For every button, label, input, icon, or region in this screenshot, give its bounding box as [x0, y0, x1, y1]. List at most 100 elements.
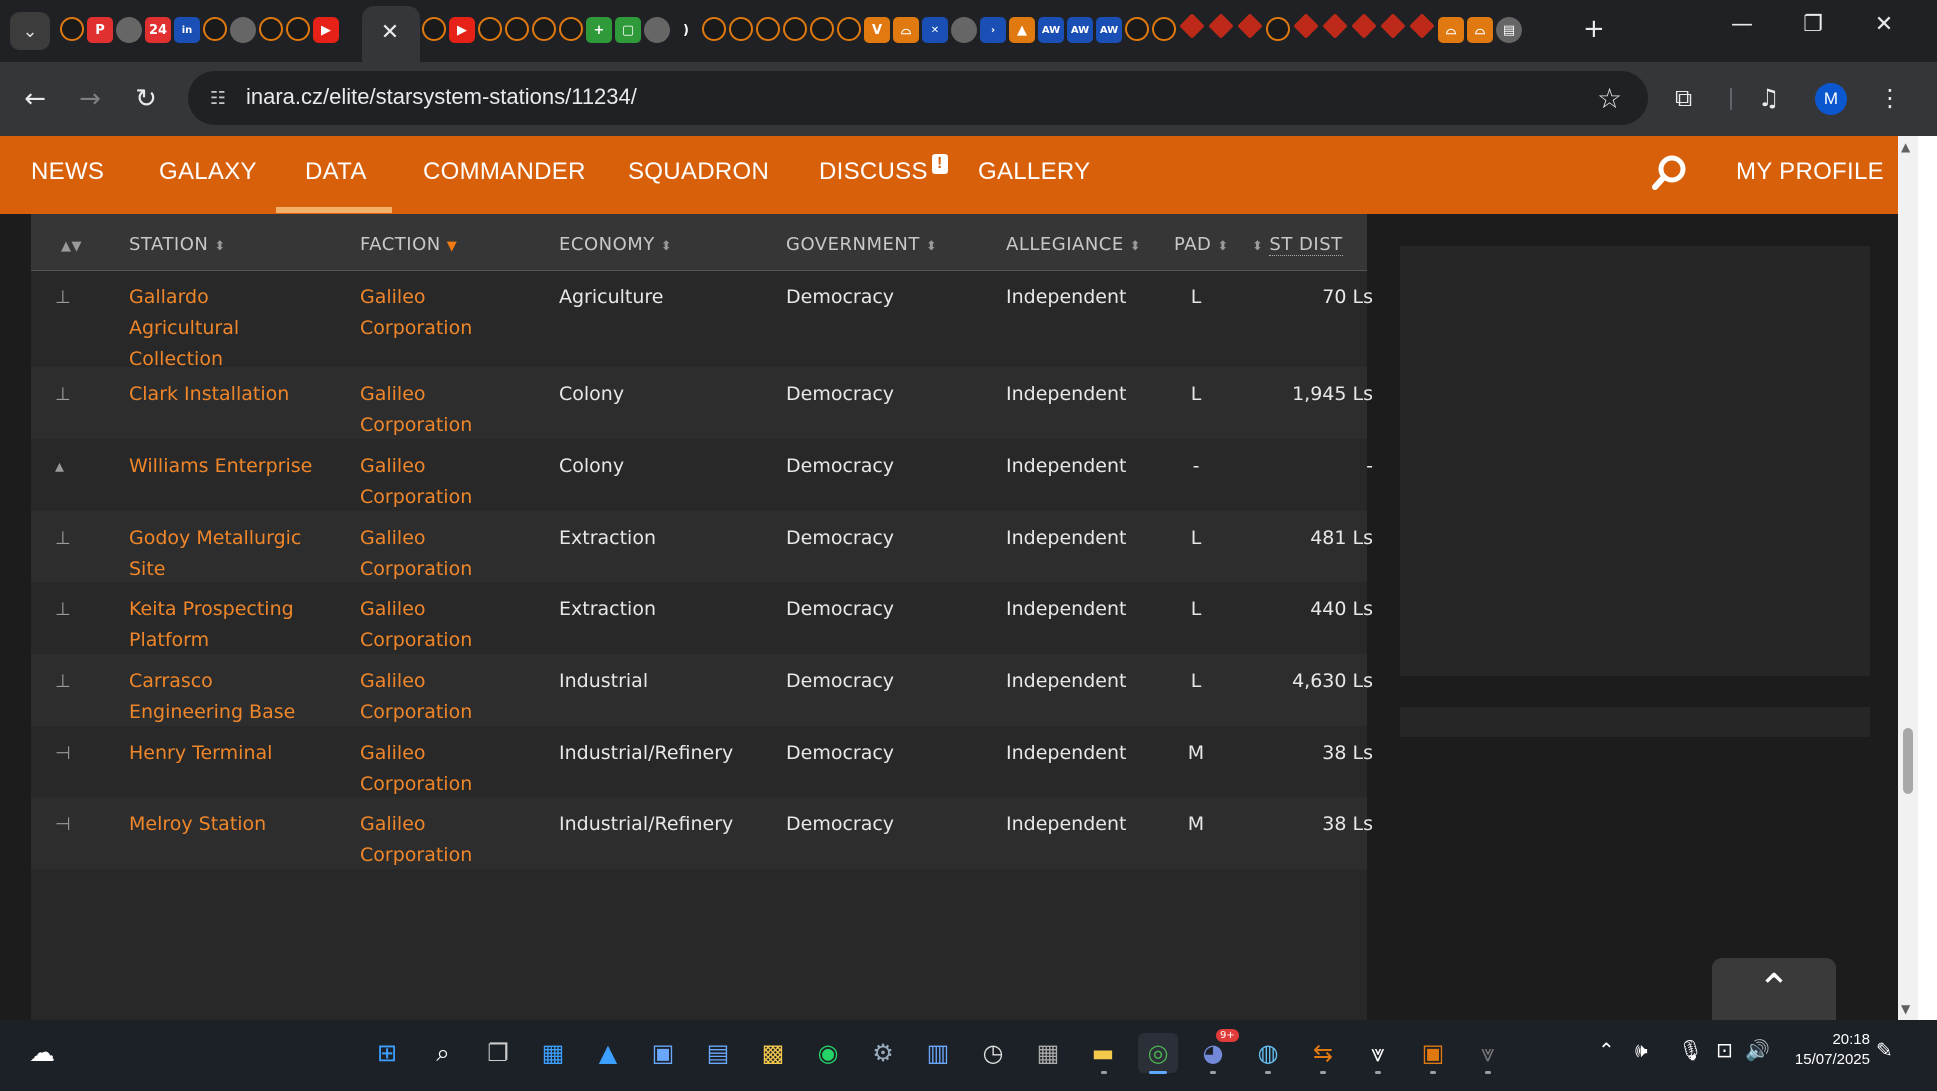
elite-favicon-icon[interactable]: [1125, 17, 1149, 41]
diamond-favicon-icon[interactable]: [1409, 13, 1435, 39]
faction-link[interactable]: Galileo Corporation: [360, 451, 550, 513]
forward-icon[interactable]: →: [72, 84, 108, 114]
reload-icon[interactable]: ↻: [128, 84, 164, 114]
nav-news[interactable]: NEWS: [31, 158, 104, 186]
station-link[interactable]: Williams Enterprise: [129, 451, 339, 482]
faction-link[interactable]: Galileo Corporation: [360, 282, 550, 344]
new-tab-button[interactable]: +: [1583, 14, 1605, 44]
faction-link[interactable]: Galileo Corporation: [360, 666, 550, 728]
station-link[interactable]: Clark Installation: [129, 379, 339, 410]
diamond-favicon-icon[interactable]: [1322, 13, 1348, 39]
in-favicon-icon[interactable]: in: [174, 17, 200, 43]
station-link[interactable]: Gallardo Agricultural Collection: [129, 282, 339, 375]
task-view-icon[interactable]: ❐: [478, 1033, 518, 1073]
elite-favicon-icon[interactable]: [1152, 17, 1176, 41]
faction-link[interactable]: Galileo Corporation: [360, 738, 550, 800]
header-government[interactable]: GOVERNMENT ⬍: [786, 234, 937, 255]
arrow-favicon-icon[interactable]: ›: [980, 17, 1006, 43]
faction-link[interactable]: Galileo Corporation: [360, 379, 550, 441]
box-favicon-icon[interactable]: ▤: [1496, 17, 1522, 43]
aw-favicon-icon[interactable]: AW: [1038, 17, 1064, 43]
header-pad[interactable]: PAD ⬍: [1174, 234, 1229, 255]
faction-link[interactable]: Galileo Corporation: [360, 809, 550, 871]
elite-favicon-icon[interactable]: [559, 17, 583, 41]
nav-my-profile[interactable]: MY PROFILE: [1736, 158, 1884, 186]
back-icon[interactable]: ←: [17, 84, 53, 114]
flame-favicon-icon[interactable]: ▲: [1009, 17, 1035, 43]
elite-favicon-icon[interactable]: [286, 17, 310, 41]
elite-launcher-icon[interactable]: ⩔: [1358, 1033, 1398, 1073]
header-station[interactable]: STATION ⬍: [129, 234, 226, 255]
dome-favicon-icon[interactable]: ⌓: [893, 17, 919, 43]
elite-favicon-icon[interactable]: [783, 17, 807, 41]
menu-icon[interactable]: ⋮: [1878, 84, 1902, 112]
elite-favicon-icon[interactable]: [729, 17, 753, 41]
nav-squadron[interactable]: SQUADRON: [628, 158, 769, 186]
volume-icon[interactable]: 🔊: [1745, 1038, 1770, 1062]
sort-type-icon[interactable]: ▲▼: [55, 234, 82, 255]
minimize-button[interactable]: —: [1722, 12, 1762, 37]
chrome-icon[interactable]: ◎: [1138, 1033, 1178, 1073]
elite-favicon-icon[interactable]: [702, 17, 726, 41]
elite-favicon-icon[interactable]: [756, 17, 780, 41]
youtube-favicon-icon[interactable]: ▶: [449, 17, 475, 43]
whatsapp-icon[interactable]: ◉: [808, 1033, 848, 1073]
station-link[interactable]: Godoy Metallurgic Site: [129, 523, 339, 585]
faction-link[interactable]: Galileo Corporation: [360, 523, 550, 585]
dome-favicon-icon[interactable]: ⌓: [1467, 17, 1493, 43]
restore-button[interactable]: ❐: [1793, 12, 1833, 37]
aw-favicon-icon[interactable]: AW: [1067, 17, 1093, 43]
nav-gallery[interactable]: GALLERY: [978, 158, 1090, 186]
header-faction[interactable]: FACTION ▼: [360, 234, 457, 255]
page-scrollbar[interactable]: ▲ ▼: [1898, 136, 1918, 1020]
site-info-icon[interactable]: ☷: [204, 84, 232, 112]
dome-favicon-icon[interactable]: ⌓: [1438, 17, 1464, 43]
nav-data[interactable]: DATA: [305, 158, 367, 186]
notifications-icon[interactable]: ✎: [1876, 1038, 1893, 1062]
audio-device-icon[interactable]: 🕪: [1635, 1038, 1648, 1062]
diamond-favicon-icon[interactable]: [1237, 13, 1263, 39]
diamond-favicon-icon[interactable]: [1351, 13, 1377, 39]
elite-favicon-icon[interactable]: [532, 17, 556, 41]
url-text[interactable]: inara.cz/elite/starsystem-stations/11234…: [246, 84, 637, 110]
extensions-icon[interactable]: ⧉: [1675, 84, 1692, 112]
nav-galaxy[interactable]: GALAXY: [159, 158, 257, 186]
settings-app-icon[interactable]: ⚙: [863, 1033, 903, 1073]
calendar-app-icon[interactable]: ▦: [533, 1033, 573, 1073]
elite-favicon-icon[interactable]: [478, 17, 502, 41]
game-app-icon[interactable]: ▣: [1413, 1033, 1453, 1073]
square-favicon-icon[interactable]: ▢: [615, 17, 641, 43]
station-link[interactable]: Carrasco Engineering Base: [129, 666, 339, 728]
circle-favicon-icon[interactable]: [644, 17, 670, 43]
station-link[interactable]: Henry Terminal: [129, 738, 339, 769]
search-taskbar-icon[interactable]: ⌕: [423, 1033, 463, 1073]
youtube-favicon-icon[interactable]: ▶: [313, 17, 339, 43]
diamond-favicon-icon[interactable]: [1179, 13, 1205, 39]
globe-favicon-icon[interactable]: [116, 17, 142, 43]
transfer-app-icon[interactable]: ⇆: [1303, 1033, 1343, 1073]
header-distance[interactable]: ⬍ ST DIST: [1252, 234, 1343, 256]
show-hidden-icons-icon[interactable]: ⌃: [1598, 1038, 1615, 1062]
calculator-app-icon[interactable]: ▦: [1028, 1033, 1068, 1073]
nav-discuss[interactable]: DISCUSS!: [819, 154, 948, 186]
line-favicon-icon[interactable]: [230, 17, 256, 43]
station-link[interactable]: Melroy Station: [129, 809, 339, 840]
remote-desktop-icon[interactable]: ▣: [643, 1033, 683, 1073]
tab-search-button[interactable]: ⌄: [10, 12, 50, 50]
media-control-icon[interactable]: ♫: [1758, 84, 1780, 112]
search-icon[interactable]: [1650, 152, 1690, 192]
photos-app-icon[interactable]: ▲: [588, 1033, 628, 1073]
diamond-favicon-icon[interactable]: [1380, 13, 1406, 39]
elite-favicon-icon[interactable]: [810, 17, 834, 41]
weather-icon[interactable]: ☁: [22, 1033, 62, 1073]
globe-favicon-icon[interactable]: [951, 17, 977, 43]
aw-favicon-icon[interactable]: AW: [1096, 17, 1122, 43]
elite-favicon-icon[interactable]: [60, 17, 84, 41]
station-link[interactable]: Keita Prospecting Platform: [129, 594, 339, 656]
elite-favicon-icon[interactable]: [422, 17, 446, 41]
bookmark-star-icon[interactable]: ☆: [1597, 82, 1622, 115]
profile-avatar[interactable]: M: [1815, 83, 1847, 115]
scrollbar-thumb[interactable]: [1903, 728, 1913, 794]
header-economy[interactable]: ECONOMY ⬍: [559, 234, 672, 255]
tecom-24-favicon-icon[interactable]: 24: [145, 17, 171, 43]
